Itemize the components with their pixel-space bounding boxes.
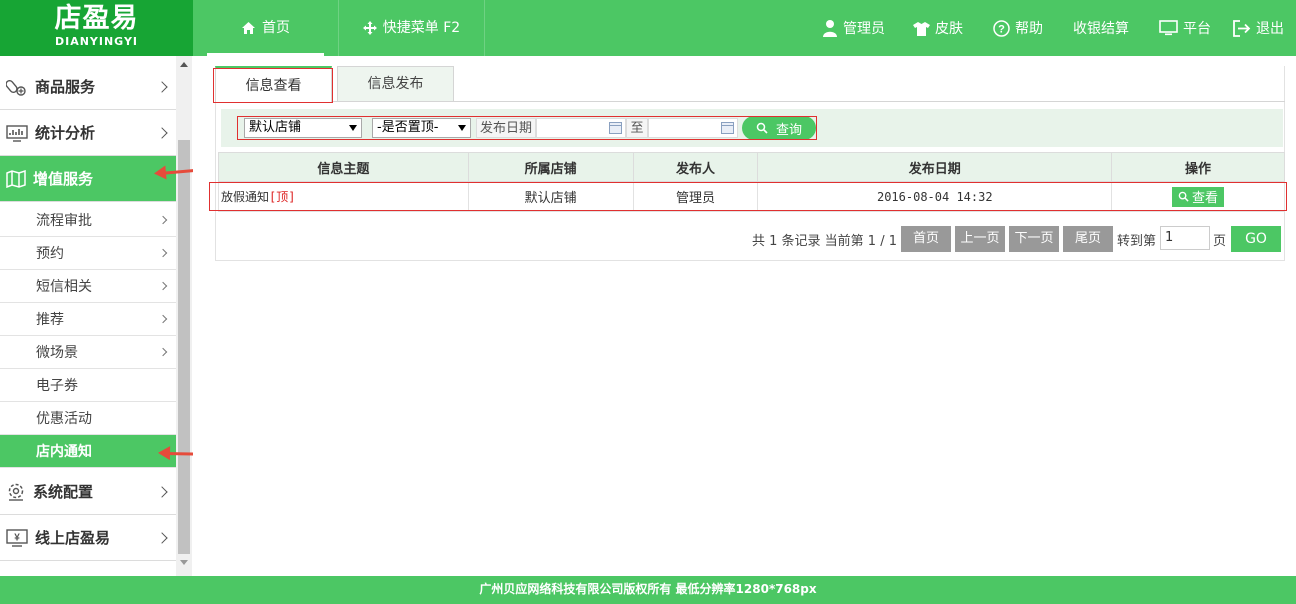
scrollbar-thumb[interactable] (178, 140, 190, 554)
nav-logout[interactable]: 退出 (1233, 0, 1284, 56)
sidebar-sub-promotions[interactable]: 优惠活动 (0, 402, 176, 435)
sidebar-cat-label: 增值服务 (33, 170, 94, 188)
pager-summary: 共 1 条记录 当前第 1 / 1 (752, 233, 897, 249)
monitor-icon (1159, 20, 1178, 36)
sidebar-sub-sms[interactable]: 短信相关 (0, 270, 176, 303)
pager-go-button[interactable]: GO (1231, 226, 1281, 252)
yen-monitor-icon: ¥ (6, 528, 28, 547)
page-number-input[interactable]: 1 (1160, 226, 1210, 250)
nav-quick-menu[interactable]: 快捷菜单 F2 (339, 0, 485, 56)
nav-skin-label: 皮肤 (935, 21, 963, 37)
chevron-right-icon (158, 281, 168, 291)
nav-home-label: 首页 (262, 20, 290, 36)
top-bar: 店盈易 DIANYINGYI 首页 快捷菜单 F2 管理员 皮肤 ? 帮助 收银… (0, 0, 1296, 56)
svg-text:¥: ¥ (14, 532, 20, 543)
sidebar-sub-e-coupon[interactable]: 电子券 (0, 369, 176, 402)
scroll-up-icon[interactable] (180, 62, 188, 67)
shirt-icon (913, 21, 930, 36)
sidebar-cat-goods[interactable]: 商品服务 (0, 64, 176, 110)
chevron-right-icon (158, 347, 168, 357)
sidebar-sub-store-notice[interactable]: 店内通知 (0, 435, 176, 468)
sidebar-sub-approval[interactable]: 流程审批 (0, 204, 176, 237)
sidebar-sub-label: 预约 (36, 246, 64, 262)
column-header: 发布日期 (757, 152, 1113, 182)
nav-home[interactable]: 首页 (193, 0, 339, 56)
sidebar-sub-label: 电子券 (36, 378, 78, 394)
sidebar-sub-label: 优惠活动 (36, 411, 92, 427)
nav-checkout[interactable]: 收银结算 (1073, 0, 1129, 56)
main-content: 信息查看 信息发布 默认店铺 -是否置顶- 发布日期 至 查询 (193, 56, 1296, 576)
highlight-box (213, 68, 333, 103)
pager-first-button[interactable]: 首页 (901, 226, 951, 252)
sidebar-scrollbar[interactable] (176, 56, 192, 576)
sidebar-sub-booking[interactable]: 预约 (0, 237, 176, 270)
sidebar-sub-label: 推荐 (36, 312, 64, 328)
sidebar-cat-label: 系统配置 (33, 483, 94, 501)
sidebar-cat-label: 统计分析 (35, 124, 96, 142)
nav-logout-label: 退出 (1256, 21, 1284, 37)
sidebar-cat-system[interactable]: 系统配置 (0, 469, 176, 515)
sidebar-cat-value-added[interactable]: 增值服务 (0, 156, 176, 202)
footer-copyright: 广州贝应网络科技有限公司版权所有 最低分辨率1280*768px (479, 582, 817, 596)
nav-skin[interactable]: 皮肤 (913, 0, 963, 56)
column-header: 发布人 (632, 152, 759, 182)
help-icon: ? (993, 19, 1010, 37)
tab-publish-info[interactable]: 信息发布 (337, 66, 454, 102)
home-icon (242, 22, 255, 34)
logout-icon (1233, 19, 1251, 37)
sidebar-sub-label: 流程审批 (36, 213, 92, 229)
move-icon (362, 21, 377, 35)
nav-quick-menu-label: 快捷菜单 F2 (382, 20, 461, 36)
sidebar-cat-stats[interactable]: 统计分析 (0, 110, 176, 156)
nav-admin-label: 管理员 (843, 21, 885, 37)
nav-checkout-label: 收银结算 (1073, 21, 1129, 37)
pager-page-unit: 页 (1213, 233, 1227, 249)
user-icon (823, 20, 837, 37)
chevron-right-icon (158, 248, 168, 258)
highlight-box (209, 182, 1287, 211)
sidebar-cat-online[interactable]: ¥ 线上店盈易 (0, 515, 176, 561)
pager-next-button[interactable]: 下一页 (1009, 226, 1059, 252)
table-header-row: 信息主题 所属店铺 发布人 发布日期 操作 (218, 152, 1285, 182)
nav-platform[interactable]: 平台 (1159, 0, 1211, 56)
goods-icon (6, 79, 26, 96)
scroll-down-icon[interactable] (180, 560, 188, 565)
app-logo[interactable]: 店盈易 DIANYINGYI (0, 0, 193, 56)
chevron-right-icon (158, 215, 168, 225)
pager-prev-button[interactable]: 上一页 (955, 226, 1005, 252)
footer: 广州贝应网络科技有限公司版权所有 最低分辨率1280*768px (0, 576, 1296, 604)
chevron-right-icon (156, 485, 168, 498)
svg-text:?: ? (998, 23, 1005, 35)
chevron-right-icon (158, 314, 168, 324)
sidebar-cat-label: 线上店盈易 (35, 529, 111, 547)
highlight-box (237, 116, 817, 140)
map-icon (6, 169, 26, 188)
chevron-right-icon (156, 80, 168, 93)
sidebar-sub-label: 店内通知 (36, 444, 92, 460)
sidebar: 商品服务 统计分析 增值服务 流程审批 预约 短信相关 推荐 微场景 电子券 优… (0, 56, 193, 576)
sidebar-cat-label: 商品服务 (35, 78, 96, 96)
chevron-right-icon (156, 531, 168, 544)
logo-text-en: DIANYINGYI (54, 35, 139, 48)
pager-goto-label: 转到第 (1117, 233, 1157, 249)
column-header: 信息主题 (218, 152, 469, 182)
chart-icon (6, 124, 28, 142)
nav-help[interactable]: ? 帮助 (993, 0, 1043, 56)
column-header: 所属店铺 (467, 152, 634, 182)
nav-admin[interactable]: 管理员 (822, 0, 885, 56)
settings-icon (8, 483, 24, 501)
pager-last-button[interactable]: 尾页 (1063, 226, 1113, 252)
nav-help-label: 帮助 (1015, 21, 1043, 37)
tab-label: 信息发布 (367, 76, 424, 92)
column-header: 操作 (1111, 152, 1285, 182)
sidebar-sub-label: 短信相关 (36, 279, 92, 295)
chevron-right-icon (156, 126, 168, 139)
sidebar-sub-label: 微场景 (36, 345, 78, 361)
nav-platform-label: 平台 (1183, 21, 1211, 37)
sidebar-sub-recommend[interactable]: 推荐 (0, 303, 176, 336)
logo-text-cn: 店盈易 (54, 3, 139, 34)
sidebar-sub-micro-scene[interactable]: 微场景 (0, 336, 176, 369)
